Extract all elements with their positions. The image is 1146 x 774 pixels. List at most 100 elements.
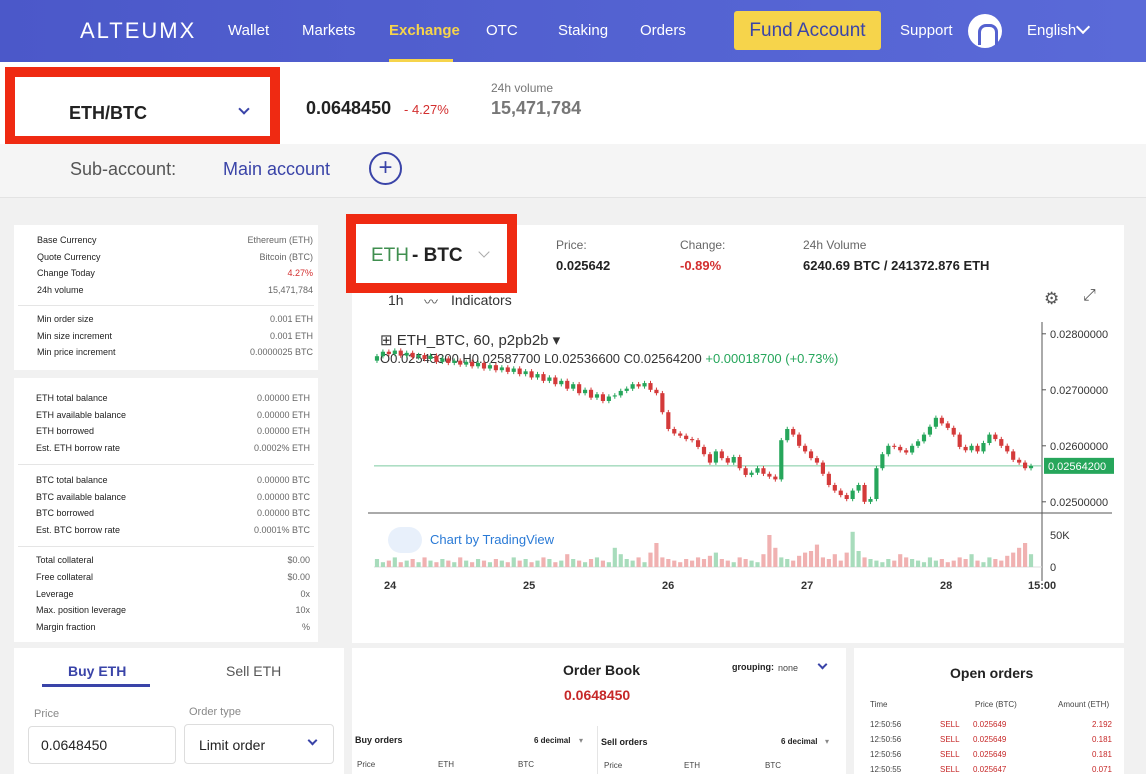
- collateral-row: Total collateral $0.00: [36, 555, 310, 569]
- time-tick-label: 24: [384, 580, 397, 592]
- sell-col-eth: ETH: [684, 761, 700, 770]
- price-input[interactable]: 0.0648450: [28, 726, 176, 764]
- volume-bar: [1028, 554, 1034, 567]
- volume-bar: [422, 557, 427, 567]
- volume-bar: [642, 562, 647, 567]
- candle-body: [398, 350, 403, 356]
- volume-bar: [475, 559, 481, 567]
- order-side: SELL: [940, 750, 960, 759]
- candle-body: [939, 417, 944, 424]
- candle-body: [1028, 465, 1034, 469]
- candle-body: [594, 394, 600, 398]
- chevron-down-icon[interactable]: [1075, 19, 1091, 35]
- volume-bar: [458, 557, 463, 567]
- candle-body: [446, 358, 451, 363]
- ticker-bar: ETH/BTC 0.0648450 - 4.27% 24h volume 15,…: [0, 62, 1146, 146]
- open-orders-panel: Open orders Time Price (BTC) Amount (ETH…: [854, 648, 1124, 774]
- volume-value: 15,471,784: [491, 98, 582, 118]
- price-change: - 4.27%: [404, 102, 449, 117]
- candle-body: [803, 445, 808, 452]
- pair-selector[interactable]: ETH/BTC: [5, 67, 280, 146]
- btc-balance-row: BTC total balance 0.00000 BTC: [36, 475, 310, 489]
- order-side: SELL: [940, 765, 960, 774]
- volume-bar: [594, 557, 600, 567]
- volume-bar: [701, 559, 707, 567]
- volume-bar: [452, 562, 457, 567]
- candle-body: [458, 360, 463, 365]
- info-key: ETH available balance: [36, 409, 127, 420]
- info-key: Max. position leverage: [36, 605, 127, 616]
- grouping-value[interactable]: none: [778, 663, 798, 673]
- nav-support[interactable]: Support: [900, 22, 953, 39]
- candle-body: [886, 445, 891, 455]
- chevron-down-icon[interactable]: [238, 103, 250, 115]
- volume-bar: [921, 562, 927, 567]
- order-book-price: 0.0648450: [564, 687, 631, 703]
- volume-bar: [820, 557, 825, 567]
- candle-body: [993, 434, 998, 440]
- candle-body: [838, 490, 843, 496]
- order-book-title: Order Book: [563, 662, 641, 678]
- nav-staking[interactable]: Staking: [558, 22, 608, 39]
- volume-bar: [565, 554, 570, 567]
- candle-body: [464, 361, 469, 365]
- candle-body: [731, 457, 736, 463]
- logo[interactable]: ALTEUMX: [80, 18, 196, 44]
- add-subaccount-button[interactable]: +: [369, 152, 402, 185]
- candle-body: [850, 490, 855, 499]
- buy-decimal-select[interactable]: 6 decimal: [534, 736, 570, 745]
- volume-bar: [380, 562, 385, 567]
- market-info-row: Quote Currency Bitcoin (BTC): [37, 252, 313, 266]
- chart-pair-selector[interactable]: ETH - BTC: [346, 214, 517, 293]
- volume-bar: [844, 552, 849, 567]
- chevron-down-icon[interactable]: ▾: [579, 736, 583, 745]
- candle-body: [541, 374, 546, 381]
- chevron-down-icon[interactable]: [478, 246, 490, 258]
- nav-exchange[interactable]: Exchange: [389, 22, 460, 39]
- volume-bar: [695, 557, 701, 567]
- sell-col-btc: BTC: [765, 761, 781, 770]
- candle-body: [910, 445, 915, 453]
- price-tick-label: 0.02800000: [1050, 329, 1108, 341]
- tab-buy[interactable]: Buy ETH: [68, 663, 126, 679]
- candle-body: [743, 468, 748, 475]
- candle-body: [779, 440, 784, 480]
- candle-body: [612, 395, 617, 397]
- language-select[interactable]: English: [1027, 22, 1076, 39]
- volume-bar: [945, 562, 950, 567]
- volume-bar: [779, 557, 784, 567]
- nav-wallet[interactable]: Wallet: [228, 22, 269, 39]
- candle-body: [565, 380, 570, 389]
- nav-orders[interactable]: Orders: [640, 22, 686, 39]
- volume-bar: [517, 560, 522, 567]
- volume-bar: [571, 559, 576, 567]
- candle-body: [416, 355, 421, 358]
- candle-body: [636, 384, 641, 387]
- info-key: Base Currency: [37, 235, 97, 245]
- avatar[interactable]: [968, 14, 1002, 48]
- market-info-panel: Base Currency Ethereum (ETH) Quote Currenc…: [14, 225, 318, 370]
- info-value: 0.00000 BTC: [256, 508, 310, 519]
- candle-body: [791, 429, 796, 435]
- fund-account-button[interactable]: Fund Account: [734, 11, 881, 50]
- nav-otc[interactable]: OTC: [486, 22, 518, 39]
- volume-bar: [880, 562, 885, 567]
- info-value: 0.00000 ETH: [256, 393, 310, 403]
- candle-body: [380, 351, 385, 357]
- volume-bar: [434, 562, 439, 567]
- candle-body: [493, 365, 498, 371]
- info-value: %: [301, 622, 310, 633]
- sell-decimal-select[interactable]: 6 decimal: [781, 737, 817, 746]
- info-key: Min price increment: [37, 347, 116, 358]
- subaccount-value[interactable]: Main account: [223, 159, 330, 180]
- volume-bar: [707, 555, 713, 567]
- candle-body: [374, 356, 380, 361]
- tradingview-branding[interactable]: Chart by TradingView: [430, 532, 554, 547]
- volume-bar: [719, 559, 724, 567]
- nav-markets[interactable]: Markets: [302, 22, 355, 39]
- chevron-down-icon[interactable]: ▾: [825, 737, 829, 746]
- candle-body: [410, 352, 415, 358]
- volume-bar: [481, 560, 487, 567]
- tab-sell[interactable]: Sell ETH: [226, 663, 281, 679]
- chevron-down-icon[interactable]: [817, 659, 828, 670]
